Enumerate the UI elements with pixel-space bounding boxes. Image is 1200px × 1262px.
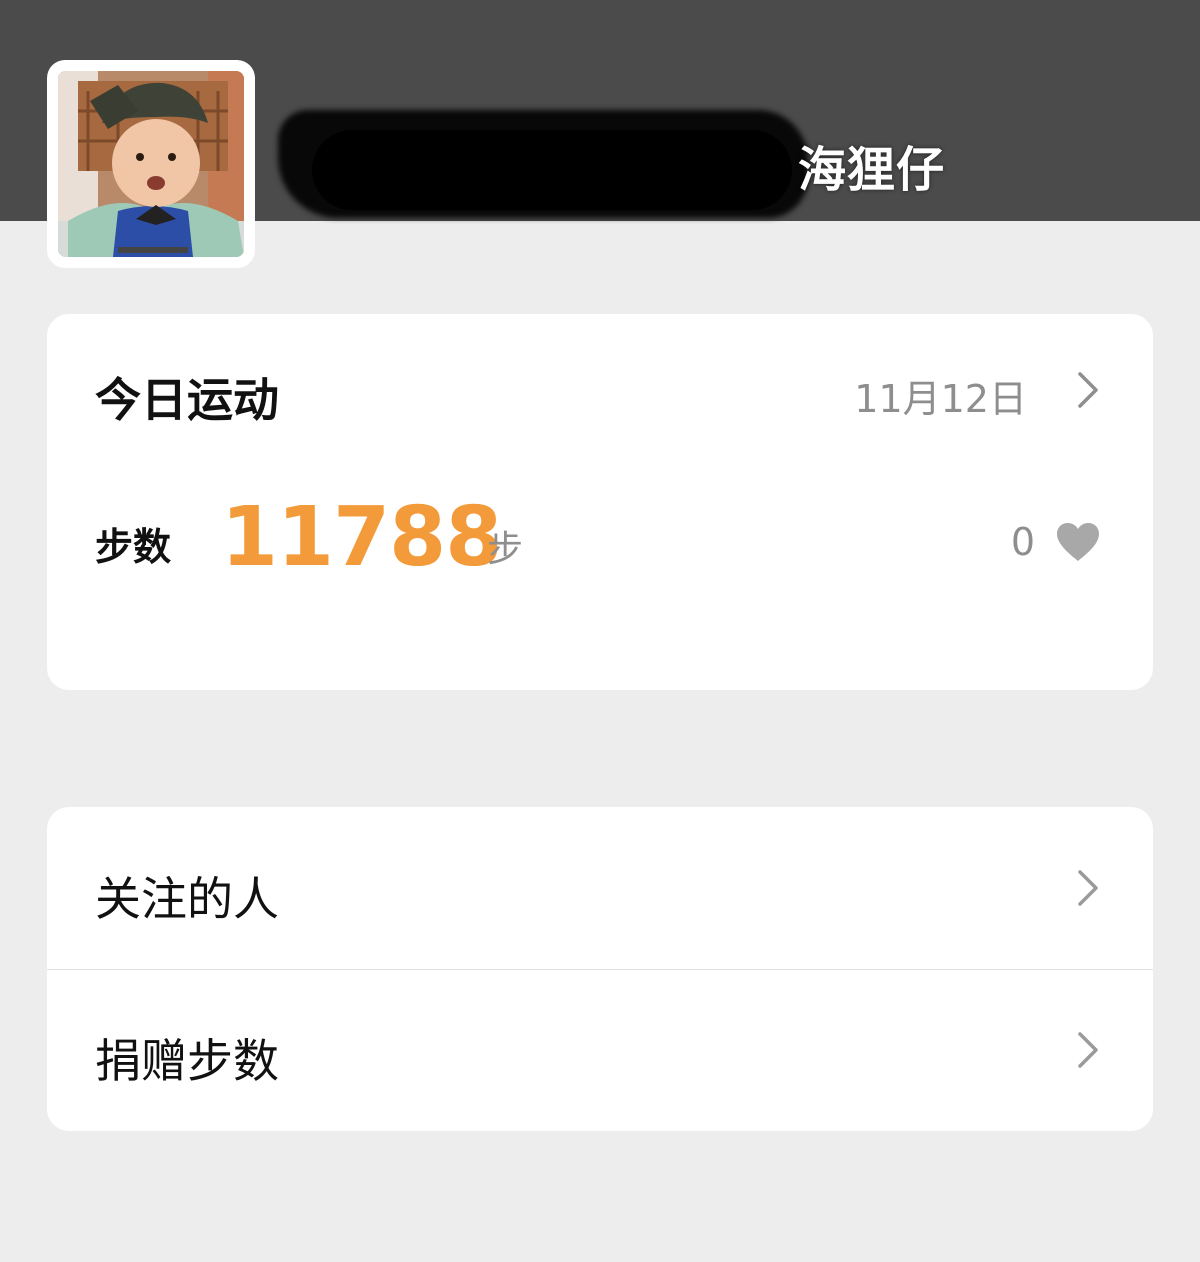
heart-icon[interactable] <box>1055 522 1101 562</box>
chevron-right-icon <box>1075 868 1101 908</box>
steps-value: 11788 <box>221 490 502 585</box>
avatar[interactable] <box>58 71 244 257</box>
chevron-right-icon[interactable] <box>1075 370 1101 410</box>
redaction-mark-inner <box>312 130 792 210</box>
steps-label: 步数 <box>95 525 172 569</box>
list-item-label: 捐赠步数 <box>95 1034 279 1088</box>
avatar-frame[interactable] <box>47 60 255 268</box>
today-activity-title: 今日运动 <box>95 373 279 427</box>
today-date: 11月12日 <box>854 377 1027 421</box>
like-count: 0 <box>1010 520 1035 564</box>
list-item-label: 关注的人 <box>95 872 279 926</box>
username-area: 海狸仔 <box>272 100 972 220</box>
list-item-following[interactable]: 关注的人 <box>47 807 1153 969</box>
list-item-donate-steps[interactable]: 捐赠步数 <box>47 969 1153 1131</box>
werun-profile-page: 海狸仔 今日运动 11月12日 步数 11788 步 0 关注的人 捐赠步数 <box>0 0 1200 1262</box>
username: 海狸仔 <box>798 142 946 198</box>
avatar-image <box>58 71 244 257</box>
menu-list-card: 关注的人 捐赠步数 <box>47 807 1153 1131</box>
steps-unit: 步 <box>487 529 524 570</box>
today-activity-card[interactable]: 今日运动 11月12日 步数 11788 步 0 <box>47 314 1153 690</box>
chevron-right-icon <box>1075 1030 1101 1070</box>
